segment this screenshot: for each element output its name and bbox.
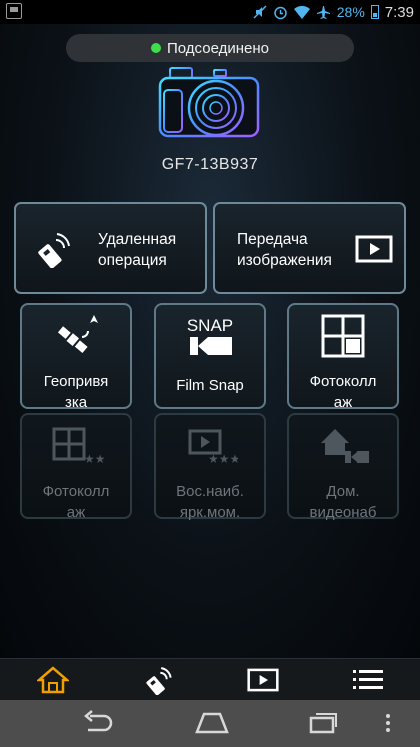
home-monitor-tile[interactable]: Дом. видеонаб (287, 413, 399, 521)
image-transfer-label-line2: изображения (237, 252, 332, 269)
tile-label-line1: Фотоколл (309, 373, 377, 390)
camera-model-name: GF7-13B937 (161, 156, 259, 173)
mute-icon (253, 5, 267, 19)
screenshot-icon (6, 3, 22, 19)
svg-text:★★★: ★★★ (84, 452, 104, 466)
tab-remote[interactable] (105, 659, 210, 701)
connected-indicator (151, 43, 162, 53)
connection-status: Подсоединено (66, 34, 354, 62)
home-nav-icon[interactable] (194, 710, 230, 736)
app-main: Подсоединено GF7-13B937 Удаленная операц… (0, 24, 420, 658)
overflow-menu-icon[interactable] (384, 710, 392, 736)
remote-operation-label-line1: Удаленная (98, 231, 177, 248)
play-icon (355, 235, 393, 263)
bottom-tab-bar (0, 658, 420, 701)
snap-icon-text: SNAP (187, 316, 233, 335)
recent-apps-icon[interactable] (308, 710, 340, 736)
tile-label-line2: ярк.мом. (179, 504, 241, 521)
satellite-icon (57, 315, 98, 353)
tab-playback[interactable] (210, 659, 315, 701)
svg-text:★★★: ★★★ (208, 452, 238, 466)
wifi-icon (293, 5, 310, 19)
remote-operation-button[interactable]: Удаленная операция (14, 202, 207, 294)
tile-label-line1: Дом. (326, 483, 360, 500)
collage-stars-icon: ★★★ (52, 427, 104, 466)
connection-status-text: Подсоединено (167, 39, 269, 57)
play-icon (246, 668, 279, 692)
photo-collage-stars-tile[interactable]: ★★★ Фотоколл аж (20, 413, 132, 521)
tile-label-line1: Film Snap (176, 377, 244, 394)
battery-percent: 28% (336, 4, 365, 20)
alarm-icon (274, 6, 287, 19)
tile-label-line1: Вос.наиб. (176, 483, 244, 500)
camera-icon (158, 67, 260, 138)
image-transfer-label-line1: Передача (237, 231, 308, 248)
status-icons: 28% 7:39 (253, 2, 414, 22)
geotag-tile[interactable]: Геопривя зка (20, 303, 132, 411)
clock: 7:39 (384, 3, 414, 21)
remote-operation-label-line2: операция (98, 252, 167, 269)
tile-label-line1: Фотоколл (42, 483, 110, 500)
remote-control-icon (145, 667, 172, 695)
airplane-icon (316, 5, 330, 19)
back-icon[interactable] (82, 710, 114, 736)
menu-icon (352, 670, 383, 689)
home-icon (36, 666, 69, 694)
highlight-playback-tile[interactable]: ★★★ Вос.наиб. ярк.мом. (154, 413, 266, 521)
snap-icon: SNAP (187, 316, 233, 355)
collage-icon (321, 314, 365, 358)
tile-label-line2: зка (64, 394, 88, 411)
tab-home[interactable] (0, 659, 105, 701)
tile-label-line2: видеонаб (309, 504, 377, 521)
system-nav-bar (0, 700, 420, 747)
home-monitor-icon (321, 429, 369, 463)
photo-collage-tile[interactable]: Фотоколл аж (287, 303, 399, 411)
status-bar: 28% 7:39 (0, 0, 420, 24)
battery-icon (370, 5, 379, 19)
remote-control-icon (38, 233, 70, 268)
film-snap-tile[interactable]: SNAP Film Snap (154, 303, 266, 409)
tile-label-line2: аж (333, 394, 353, 411)
image-transfer-button[interactable]: Передача изображения (213, 202, 406, 294)
tab-menu[interactable] (315, 659, 420, 701)
highlight-playback-icon: ★★★ (188, 429, 238, 466)
tile-label-line2: аж (66, 504, 86, 521)
tile-label-line1: Геопривя (43, 373, 109, 390)
